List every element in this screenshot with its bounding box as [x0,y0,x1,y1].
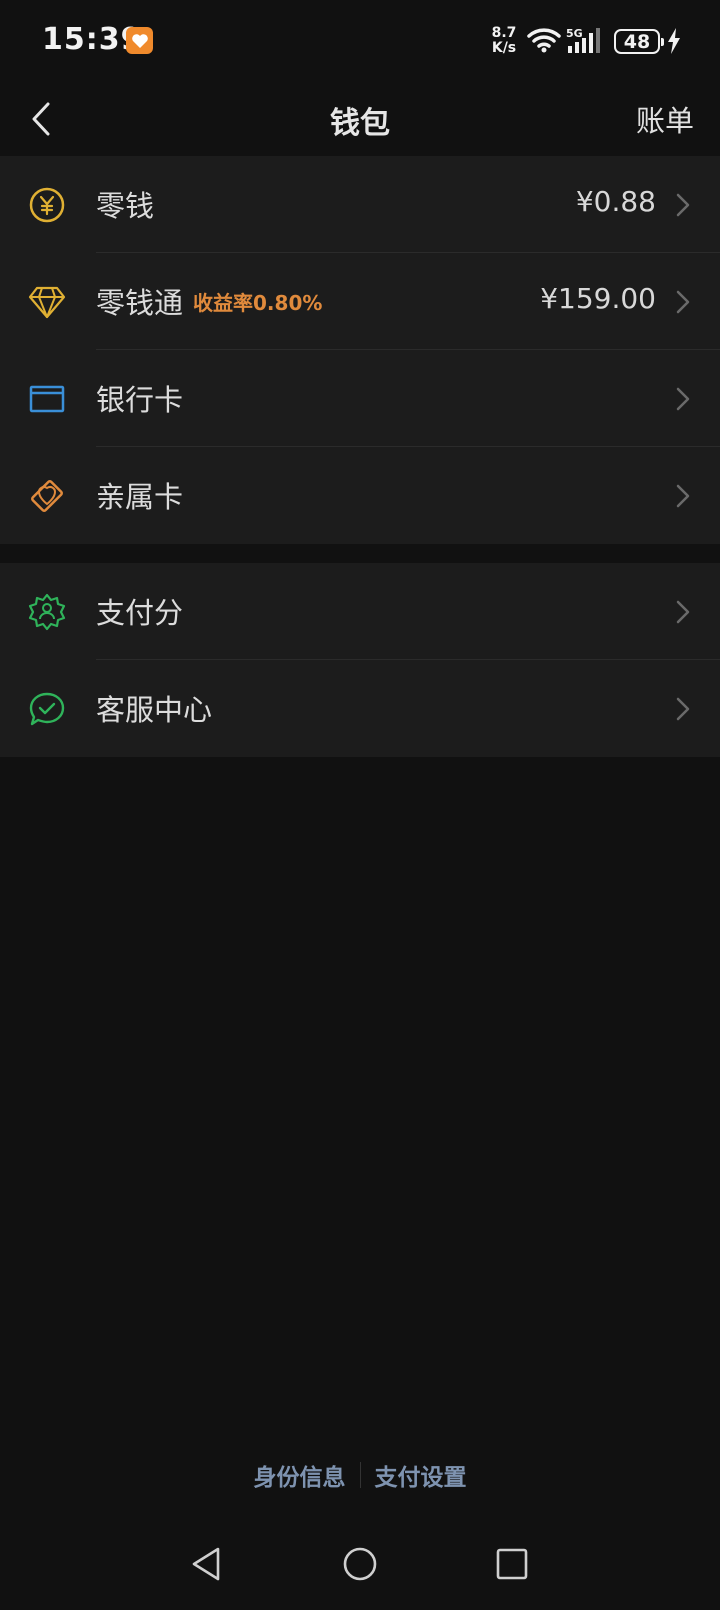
page-title: 钱包 [330,106,390,141]
yield-rate-badge: 收益率0.80% [193,291,323,315]
balance-value: ¥0.88 [575,185,656,218]
square-recents-icon [496,1548,528,1580]
bill-button[interactable]: 账单 [636,98,694,140]
wifi-icon [526,26,562,58]
list-item-bank-card[interactable]: 银行卡 [0,350,720,447]
battery-indicator: 48 [614,29,664,54]
list-item-family-card[interactable]: 亲属卡 [0,447,720,544]
yuan-coin-icon [28,186,66,224]
wallet-assets-group: 零钱 ¥0.88 零钱通 收益率0.80% ¥159.00 银行卡 亲属卡 [0,156,720,544]
list-item-label: 银行卡 [96,377,183,419]
nav-home-button[interactable] [340,1544,380,1584]
pay-score-icon [28,593,66,631]
list-item-change[interactable]: 零钱 ¥0.88 [0,156,720,253]
list-item-label-text: 亲属卡 [96,480,184,514]
network-type-label: 5G [566,27,583,40]
nav-back-button[interactable] [186,1544,226,1584]
family-card-icon [28,477,66,515]
triangle-back-icon [192,1547,220,1581]
chevron-right-icon [676,193,690,217]
network-speed-unit: K/s [491,40,517,56]
chevron-right-icon [676,697,690,721]
list-item-pay-score[interactable]: 支付分 [0,563,720,660]
list-item-label-text: 零钱 [96,189,155,223]
nav-header: 钱包 账单 [0,82,720,156]
identity-info-link[interactable]: 身份信息 [240,1458,360,1492]
customer-service-icon [28,690,66,728]
battery-level: 48 [623,30,651,53]
chevron-right-icon [676,484,690,508]
footer-links: 身份信息 支付设置 [0,1458,720,1492]
list-item-label: 零钱 [96,183,154,225]
system-nav-bar [0,1530,720,1610]
list-item-label: 支付分 [96,590,183,632]
list-item-label: 亲属卡 [96,474,183,516]
diamond-icon [28,283,66,321]
list-item-label-text: 客服中心 [96,693,213,727]
list-item-lingqiantong[interactable]: 零钱通 收益率0.80% ¥159.00 [0,253,720,350]
services-group: 支付分 客服中心 [0,563,720,757]
payment-settings-link[interactable]: 支付设置 [361,1458,481,1492]
list-item-customer-service[interactable]: 客服中心 [0,660,720,757]
list-item-label-text: 支付分 [96,596,184,630]
bank-card-icon [28,380,66,418]
chevron-right-icon [676,290,690,314]
list-item-label: 客服中心 [96,687,212,729]
network-speed-value: 8.7 [491,25,517,41]
charging-bolt-icon [667,28,681,58]
nav-recents-button[interactable] [492,1544,532,1584]
network-speed: 8.7 K/s [490,26,518,56]
list-item-label-text: 零钱通 [96,286,184,320]
chevron-right-icon [676,387,690,411]
list-item-label: 零钱通 收益率0.80% [96,280,322,322]
chevron-right-icon [676,600,690,624]
cellular-signal-icon: 5G [566,26,606,58]
circle-home-icon [343,1547,377,1581]
list-item-label-text: 银行卡 [96,383,184,417]
status-bar: 15:39 8.7 K/s 5G 48 [0,0,720,82]
balance-value: ¥159.00 [540,282,656,315]
health-app-icon [126,27,153,54]
